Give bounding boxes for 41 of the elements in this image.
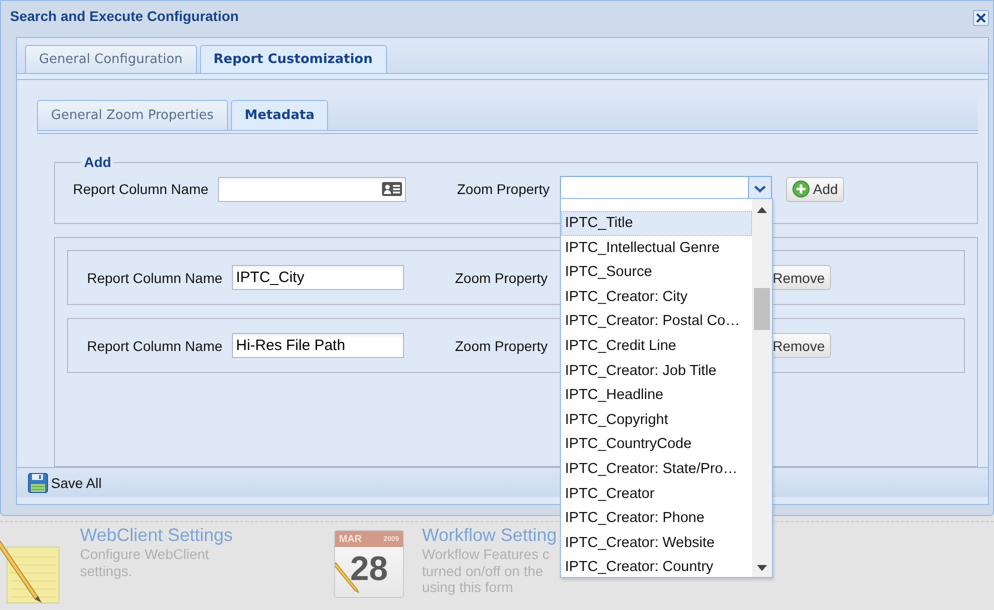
field-label: Zoom Property (457, 181, 551, 197)
field-label: Zoom Property (455, 270, 548, 286)
input-field[interactable]: Hi-Res File Path (232, 333, 404, 358)
field-label: Zoom Property (455, 338, 548, 354)
dropdown-item[interactable]: IPTC_Title (561, 211, 752, 236)
dropdown-item[interactable]: IPTC_CountryCode (561, 432, 752, 457)
fieldset-legend: Add (81, 154, 114, 170)
dropdown-item[interactable]: IPTC_Creator: Website (561, 530, 752, 556)
input-field[interactable] (218, 176, 406, 202)
add-button[interactable]: Add (786, 176, 844, 202)
window-title: Search and Execute Configuration (10, 8, 239, 24)
scroll-up-icon (757, 207, 767, 213)
dropdown-item[interactable]: IPTC_Creator: Postal Co… (561, 309, 752, 334)
field-label: Report Column Name (87, 270, 224, 286)
chevron-down-icon (754, 185, 766, 193)
dropdown-item[interactable]: IPTC_Creator: Phone (561, 506, 752, 531)
close-icon (976, 13, 986, 23)
field-label: Report Column Name (73, 181, 210, 197)
tab[interactable]: General Zoom Properties (37, 100, 228, 130)
scrollbar[interactable] (752, 199, 772, 577)
scrollbar-thumb[interactable] (754, 288, 770, 330)
tab[interactable]: General Configuration (25, 45, 197, 73)
dropdown-item[interactable]: IPTC_Creator: State/Pro… (561, 456, 752, 482)
dropdown-item[interactable]: IPTC_Source (561, 260, 752, 285)
dropdown-item[interactable]: IPTC_Intellectual Genre (561, 236, 752, 260)
dropdown-item[interactable]: IPTC_Creator: Country (561, 555, 752, 577)
plus-circle-icon (792, 180, 810, 198)
field-label: Report Column Name (87, 338, 224, 354)
dropdown-item[interactable]: IPTC_Headline (561, 383, 752, 408)
dropdown-item[interactable]: IPTC_Creator: City (561, 284, 752, 310)
dropdown-item[interactable]: IPTC_Creator: Job Title (561, 358, 752, 384)
close-button[interactable] (973, 10, 989, 26)
dropdown-item[interactable]: IPTC_Copyright (561, 408, 752, 432)
save-all-button[interactable]: Save All (28, 472, 102, 492)
dropdown-item[interactable]: IPTC_Creator (561, 482, 752, 506)
tab[interactable]: Report Customization (200, 45, 387, 73)
tab[interactable]: Metadata (230, 100, 328, 130)
dropdown-item[interactable]: IPTC_Credit Line (561, 334, 752, 359)
contact-card-icon (382, 182, 402, 196)
input-field[interactable]: IPTC_City (232, 265, 404, 290)
scroll-down-icon (757, 565, 767, 571)
